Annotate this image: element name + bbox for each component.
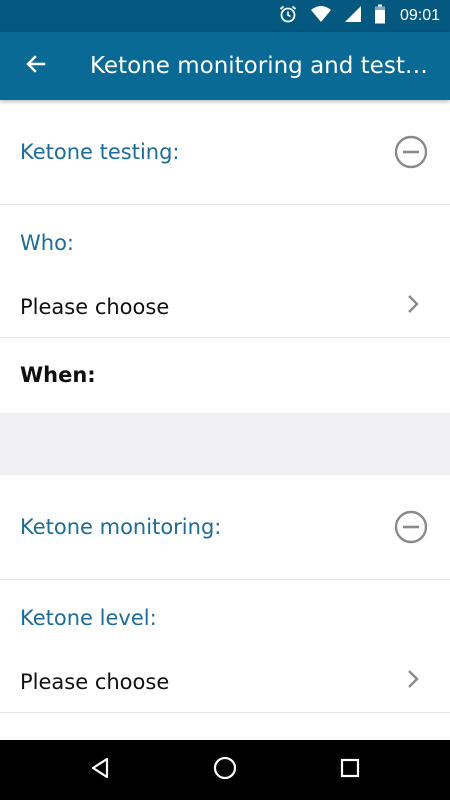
arrow-back-icon [24,52,48,81]
collapse-button[interactable] [394,135,428,169]
home-circle-icon [212,755,238,786]
section-header-ketone-testing: Ketone testing: [0,100,450,205]
section-title: Ketone testing: [20,140,180,164]
chevron-right-icon [406,668,420,695]
alarm-icon [278,4,298,29]
who-select[interactable]: Please choose [0,277,450,338]
navigation-bar [0,740,450,800]
status-bar: 09:01 [0,0,450,32]
nav-recents-button[interactable] [332,752,368,788]
ketone-level-select-value: Please choose [20,670,170,694]
nav-back-button[interactable] [82,752,118,788]
collapse-button[interactable] [394,510,428,544]
recents-square-icon [339,757,361,784]
section-divider [0,413,450,475]
section-title: Ketone monitoring: [20,515,222,539]
field-label-who: Who: [20,231,74,255]
app-bar: Ketone monitoring and testi… [0,32,450,100]
back-button[interactable] [16,46,56,86]
ketone-level-select[interactable]: Please choose [0,652,450,713]
field-label-when: When: [20,363,96,387]
chevron-right-icon [406,293,420,320]
content-scroll[interactable]: Ketone testing: Who: Please choose When:… [0,100,450,740]
page-title: Ketone monitoring and testi… [90,53,430,79]
status-time: 09:01 [399,7,440,24]
who-select-value: Please choose [20,295,170,319]
back-triangle-icon [88,756,112,785]
when-row: When: [0,338,450,413]
wifi-icon [310,5,332,28]
nav-home-button[interactable] [207,752,243,788]
minus-circle-icon [394,135,428,173]
section-header-ketone-monitoring: Ketone monitoring: [0,475,450,580]
minus-circle-icon [394,510,428,548]
field-label-ketone-level: Ketone level: [20,606,157,630]
status-icons: 09:01 [278,4,440,29]
battery-icon [374,4,386,29]
cell-signal-icon [344,5,362,28]
